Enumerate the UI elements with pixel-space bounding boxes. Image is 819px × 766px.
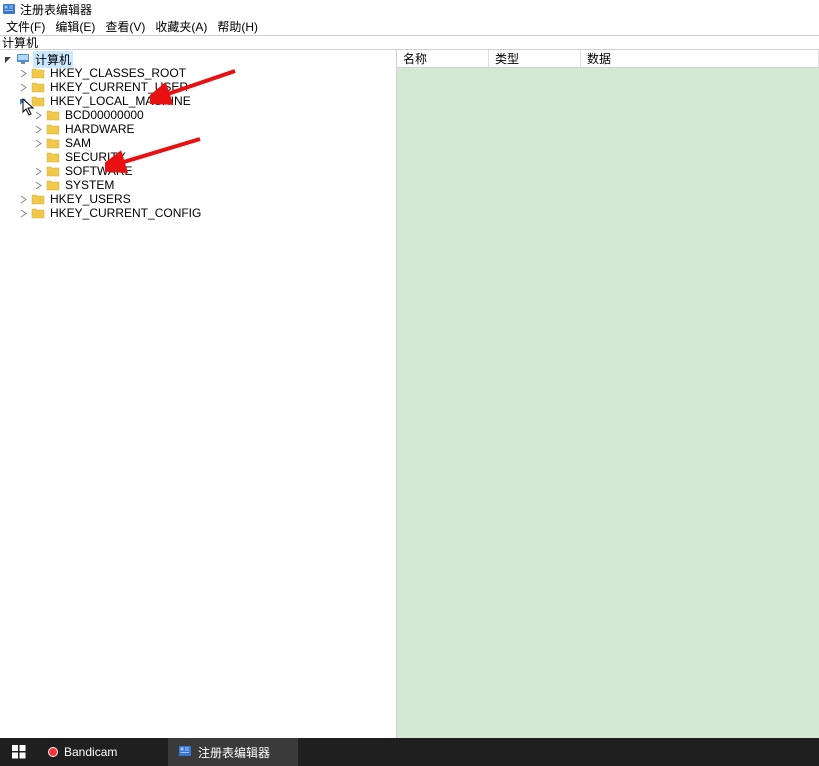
menu-edit[interactable]: 编辑(E) xyxy=(51,18,99,35)
registry-tree: 计算机 HKEY_CLASSES_ROOT HKEY xyxy=(0,50,396,220)
window-title: 注册表编辑器 xyxy=(20,1,92,18)
chevron-right-icon[interactable] xyxy=(33,180,44,191)
tree-item-software[interactable]: SOFTWARE xyxy=(0,164,396,178)
chevron-down-icon[interactable] xyxy=(18,96,29,107)
chevron-right-icon[interactable] xyxy=(18,194,29,205)
folder-icon xyxy=(46,165,60,177)
main-area: 计算机 HKEY_CLASSES_ROOT HKEY xyxy=(0,50,819,738)
list-header: 名称 类型 数据 xyxy=(397,50,819,68)
tree-label: SECURITY xyxy=(63,150,128,164)
tree-label: HKEY_CURRENT_USER xyxy=(48,80,190,94)
tree-item-hkcr[interactable]: HKEY_CLASSES_ROOT xyxy=(0,66,396,80)
start-button[interactable] xyxy=(0,738,38,766)
folder-icon xyxy=(46,179,60,191)
tree-label: SYSTEM xyxy=(63,178,116,192)
tree-item-hku[interactable]: HKEY_USERS xyxy=(0,192,396,206)
menu-favorites[interactable]: 收藏夹(A) xyxy=(151,18,211,35)
folder-icon xyxy=(31,95,45,107)
tree-item-hardware[interactable]: HARDWARE xyxy=(0,122,396,136)
tree-item-computer[interactable]: 计算机 xyxy=(0,52,396,66)
address-bar[interactable]: 计算机 xyxy=(0,35,819,50)
tree-label: HKEY_CURRENT_CONFIG xyxy=(48,206,203,220)
menu-view[interactable]: 查看(V) xyxy=(101,18,149,35)
regedit-taskbar-icon xyxy=(178,744,192,761)
title-bar: 注册表编辑器 xyxy=(0,0,819,18)
chevron-right-icon[interactable] xyxy=(33,166,44,177)
taskbar-label: 注册表编辑器 xyxy=(198,744,270,761)
computer-icon xyxy=(16,53,30,65)
folder-icon xyxy=(31,67,45,79)
tree-label: HKEY_USERS xyxy=(48,192,133,206)
taskbar-item-regedit[interactable]: 注册表编辑器 xyxy=(168,738,298,766)
tree-label: HKEY_CLASSES_ROOT xyxy=(48,66,188,80)
folder-icon xyxy=(31,81,45,93)
address-path: 计算机 xyxy=(2,34,38,51)
chevron-right-icon[interactable] xyxy=(18,208,29,219)
tree-label: 计算机 xyxy=(33,51,73,68)
chevron-right-icon[interactable] xyxy=(33,124,44,135)
menu-file[interactable]: 文件(F) xyxy=(2,18,49,35)
tree-item-security[interactable]: SECURITY xyxy=(0,150,396,164)
tree-item-hkcc[interactable]: HKEY_CURRENT_CONFIG xyxy=(0,206,396,220)
menu-bar: 文件(F) 编辑(E) 查看(V) 收藏夹(A) 帮助(H) xyxy=(0,18,819,35)
folder-icon xyxy=(46,109,60,121)
regedit-app-icon xyxy=(2,2,16,16)
taskbar-item-bandicam[interactable]: Bandicam xyxy=(38,738,168,766)
menu-help[interactable]: 帮助(H) xyxy=(213,18,262,35)
taskbar-label: Bandicam xyxy=(64,745,117,759)
folder-icon xyxy=(46,123,60,135)
chevron-right-icon[interactable] xyxy=(18,82,29,93)
column-header-type[interactable]: 类型 xyxy=(489,50,581,67)
taskbar: Bandicam 注册表编辑器 xyxy=(0,738,819,766)
tree-label: HARDWARE xyxy=(63,122,137,136)
tree-item-hklm[interactable]: HKEY_LOCAL_MACHINE xyxy=(0,94,396,108)
record-icon xyxy=(48,747,58,757)
folder-icon xyxy=(46,151,60,163)
tree-label: SAM xyxy=(63,136,93,150)
chevron-right-icon[interactable] xyxy=(33,110,44,121)
column-header-data[interactable]: 数据 xyxy=(581,50,819,67)
tree-item-hkcu[interactable]: HKEY_CURRENT_USER xyxy=(0,80,396,94)
tree-item-bcd[interactable]: BCD00000000 xyxy=(0,108,396,122)
chevron-down-icon[interactable] xyxy=(3,54,14,65)
chevron-right-icon[interactable] xyxy=(33,138,44,149)
folder-icon xyxy=(46,137,60,149)
tree-label: HKEY_LOCAL_MACHINE xyxy=(48,94,193,108)
folder-icon xyxy=(31,193,45,205)
folder-icon xyxy=(31,207,45,219)
tree-item-sam[interactable]: SAM xyxy=(0,136,396,150)
tree-item-system[interactable]: SYSTEM xyxy=(0,178,396,192)
tree-panel: 计算机 HKEY_CLASSES_ROOT HKEY xyxy=(0,50,397,738)
list-panel: 名称 类型 数据 xyxy=(397,50,819,738)
windows-logo-icon xyxy=(12,745,26,759)
chevron-right-icon[interactable] xyxy=(18,68,29,79)
tree-label: BCD00000000 xyxy=(63,108,146,122)
tree-label: SOFTWARE xyxy=(63,164,135,178)
column-header-name[interactable]: 名称 xyxy=(397,50,489,67)
